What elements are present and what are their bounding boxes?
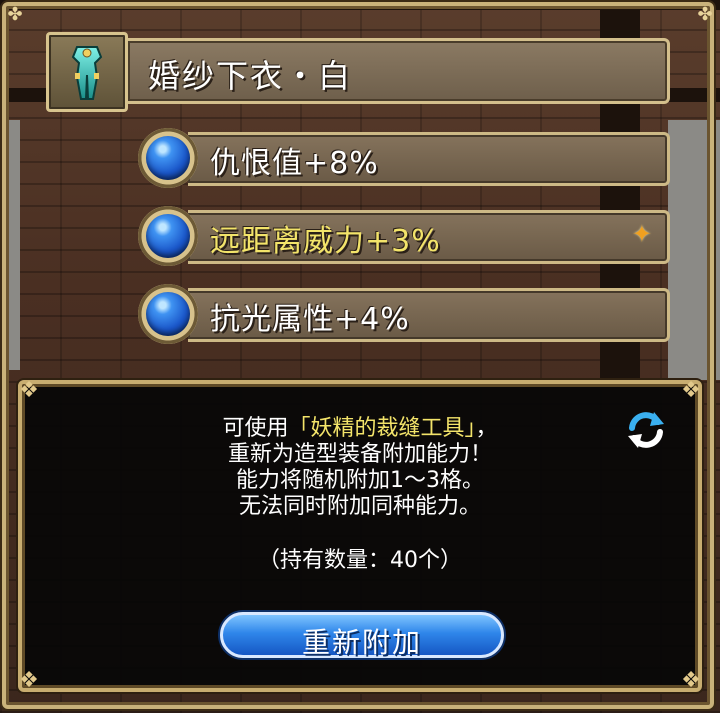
reroll-button[interactable]: 重新附加 bbox=[220, 612, 504, 659]
dialog-corner-ornament-icon: ❖ bbox=[681, 668, 701, 693]
refresh-icon[interactable] bbox=[624, 408, 668, 452]
star-icon: ✦ bbox=[631, 220, 652, 248]
ability-orb-icon bbox=[138, 128, 198, 188]
dialog-line-2: 重新为造型装备附加能力！ bbox=[227, 442, 492, 467]
ability-slot-2[interactable]: 远距离威力+3% ✦ bbox=[138, 206, 670, 266]
frame-corner-ornament-icon: ✤ bbox=[697, 4, 713, 25]
dialog-line-4: 无法同时附加同种能力。 bbox=[238, 494, 481, 519]
armor-pants-icon bbox=[71, 46, 103, 100]
ability-label: 抗光属性+4% bbox=[210, 302, 410, 337]
dialog-line-1-suffix: ， bbox=[475, 416, 498, 441]
holding-count: （持有数量：40个） bbox=[258, 548, 462, 573]
ability-orb-icon bbox=[138, 206, 198, 266]
reroll-button-label: 重新附加 bbox=[301, 626, 422, 659]
reroll-dialog: ❖ ❖ ❖ ❖ 可使用「妖精的裁缝工具」， 重新为造型装备附加能力！ 能力将随机… bbox=[18, 378, 702, 693]
wooden-beam bbox=[0, 0, 720, 10]
ability-label: 远距离威力+3% bbox=[210, 224, 441, 259]
dialog-line-1-prefix: 可使用 bbox=[222, 416, 289, 441]
item-name: 婚纱下衣・白 bbox=[148, 57, 353, 95]
dialog-corner-ornament-icon: ❖ bbox=[19, 378, 39, 403]
ability-label: 仇恨值+8% bbox=[210, 146, 379, 181]
frame-corner-ornament-icon: ✤ bbox=[7, 4, 23, 25]
dialog-corner-ornament-icon: ❖ bbox=[681, 378, 701, 403]
ability-slot-3[interactable]: 抗光属性+4% bbox=[138, 284, 670, 344]
item-slot[interactable] bbox=[46, 32, 128, 112]
ability-orb-icon bbox=[138, 284, 198, 344]
window-panel bbox=[0, 120, 20, 370]
ability-slot-1[interactable]: 仇恨值+8% bbox=[138, 128, 670, 188]
dialog-line-3: 能力将随机附加1～3格。 bbox=[236, 468, 484, 493]
window-panel bbox=[668, 120, 720, 380]
tool-item-name: 「妖精的裁缝工具」 bbox=[288, 416, 476, 441]
item-name-bar: 婚纱下衣・白 bbox=[128, 38, 670, 104]
dialog-corner-ornament-icon: ❖ bbox=[19, 668, 39, 693]
dialog-line-1: 可使用「妖精的裁缝工具」， bbox=[22, 416, 698, 442]
